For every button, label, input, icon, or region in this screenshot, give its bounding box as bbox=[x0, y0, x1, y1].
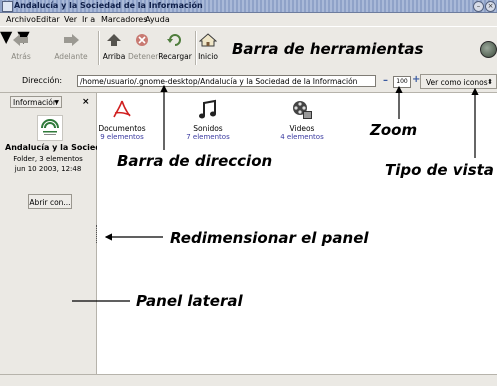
toolbar-separator bbox=[98, 31, 100, 65]
menu-archivo[interactable]: Archivo bbox=[6, 13, 36, 26]
menu-ir-a[interactable]: Ir a bbox=[82, 13, 95, 26]
reload-label: Recargar bbox=[158, 52, 192, 61]
up-label: Arriba bbox=[102, 52, 126, 61]
file-item-videos[interactable]: Videos 4 elementos bbox=[267, 93, 337, 141]
location-input[interactable]: /home/usuario/.gnome-desktop/Andalucía y… bbox=[77, 75, 376, 87]
home-label: Inicio bbox=[198, 52, 218, 61]
film-reel-icon bbox=[293, 101, 312, 119]
document-icon bbox=[113, 100, 131, 118]
menu-ayuda[interactable]: Ayuda bbox=[145, 13, 170, 26]
stop-button[interactable]: Detener bbox=[128, 27, 159, 69]
zoom-out-icon[interactable]: – bbox=[383, 76, 388, 86]
status-bar bbox=[0, 374, 497, 386]
back-arrow-icon bbox=[13, 34, 28, 46]
annotation-view-type: Tipo de vista bbox=[385, 161, 494, 179]
file-count: 9 elementos bbox=[100, 133, 144, 141]
reload-button[interactable]: Recargar bbox=[158, 27, 192, 69]
location-label: Dirección: bbox=[22, 76, 63, 85]
menu-ver[interactable]: Ver bbox=[64, 13, 77, 26]
side-panel-meta-count: Folder, 3 elementos bbox=[13, 155, 83, 163]
side-panel: Información ▼ × Andalucía y la Socied Fo… bbox=[0, 93, 101, 374]
music-note-icon bbox=[199, 99, 216, 119]
file-name: Documentos bbox=[98, 124, 146, 133]
annotation-resize-panel: Redimensionar el panel bbox=[170, 229, 369, 247]
open-with-button[interactable]: Abrir con... bbox=[28, 194, 72, 209]
view-mode-select[interactable]: Ver como iconos ⬍ bbox=[420, 74, 497, 89]
annotation-toolbar: Barra de herramientas bbox=[232, 40, 424, 58]
side-panel-meta-date: jun 10 2003, 12:48 bbox=[14, 165, 82, 173]
file-count: 4 elementos bbox=[280, 133, 324, 141]
updown-chevron-icon: ⬍ bbox=[487, 78, 493, 86]
annotation-side-panel: Panel lateral bbox=[136, 292, 243, 310]
back-label: Atrás bbox=[11, 52, 31, 61]
title-bar[interactable]: Andalucía y la Sociedad de la Informació… bbox=[0, 0, 497, 13]
view-mode-label: Ver como iconos bbox=[426, 78, 488, 87]
zoom-level[interactable]: 100 bbox=[393, 76, 411, 88]
menu-editar[interactable]: Editar bbox=[36, 13, 60, 26]
annotation-address-bar: Barra de direccion bbox=[117, 152, 273, 170]
forward-button[interactable]: Adelante bbox=[52, 27, 90, 69]
side-panel-selector-label: Información bbox=[13, 98, 58, 107]
window-icon[interactable] bbox=[2, 1, 13, 12]
throbber-icon bbox=[480, 41, 497, 58]
menu-marcadores[interactable]: Marcadores bbox=[101, 13, 147, 26]
home-button[interactable]: Inicio bbox=[196, 27, 220, 69]
file-manager-window: Andalucía y la Sociedad de la Informació… bbox=[0, 0, 497, 386]
file-name: Sonidos bbox=[193, 124, 223, 133]
stop-icon bbox=[136, 34, 148, 46]
forward-label: Adelante bbox=[54, 52, 88, 61]
menu-bar: Archivo Editar Ver Ir a Marcadores Ayuda bbox=[0, 13, 497, 26]
side-panel-title: Andalucía y la Socied bbox=[5, 143, 101, 152]
reload-icon bbox=[167, 34, 181, 46]
file-name: Videos bbox=[289, 124, 315, 133]
location-bar: Dirección: /home/usuario/.gnome-desktop/… bbox=[0, 72, 497, 93]
stop-label: Detener bbox=[128, 52, 159, 61]
file-count: 7 elementos bbox=[186, 133, 230, 141]
back-button[interactable]: Atrás bbox=[6, 27, 36, 69]
forward-arrow-icon bbox=[64, 34, 79, 46]
window-title: Andalucía y la Sociedad de la Informació… bbox=[14, 1, 203, 10]
folder-logo-icon bbox=[37, 115, 63, 141]
up-arrow-icon bbox=[107, 34, 121, 46]
chevron-down-icon: ▼ bbox=[54, 99, 59, 106]
home-icon bbox=[199, 33, 217, 47]
side-panel-selector[interactable]: Información ▼ bbox=[10, 96, 62, 108]
annotation-zoom: Zoom bbox=[370, 121, 418, 139]
up-button[interactable]: Arriba bbox=[101, 27, 127, 69]
file-item-sonidos[interactable]: Sonidos 7 elementos bbox=[173, 93, 243, 141]
close-icon[interactable]: × bbox=[485, 1, 496, 12]
minimize-icon[interactable]: – bbox=[473, 1, 484, 12]
file-item-documentos[interactable]: Documentos 9 elementos bbox=[87, 93, 157, 141]
